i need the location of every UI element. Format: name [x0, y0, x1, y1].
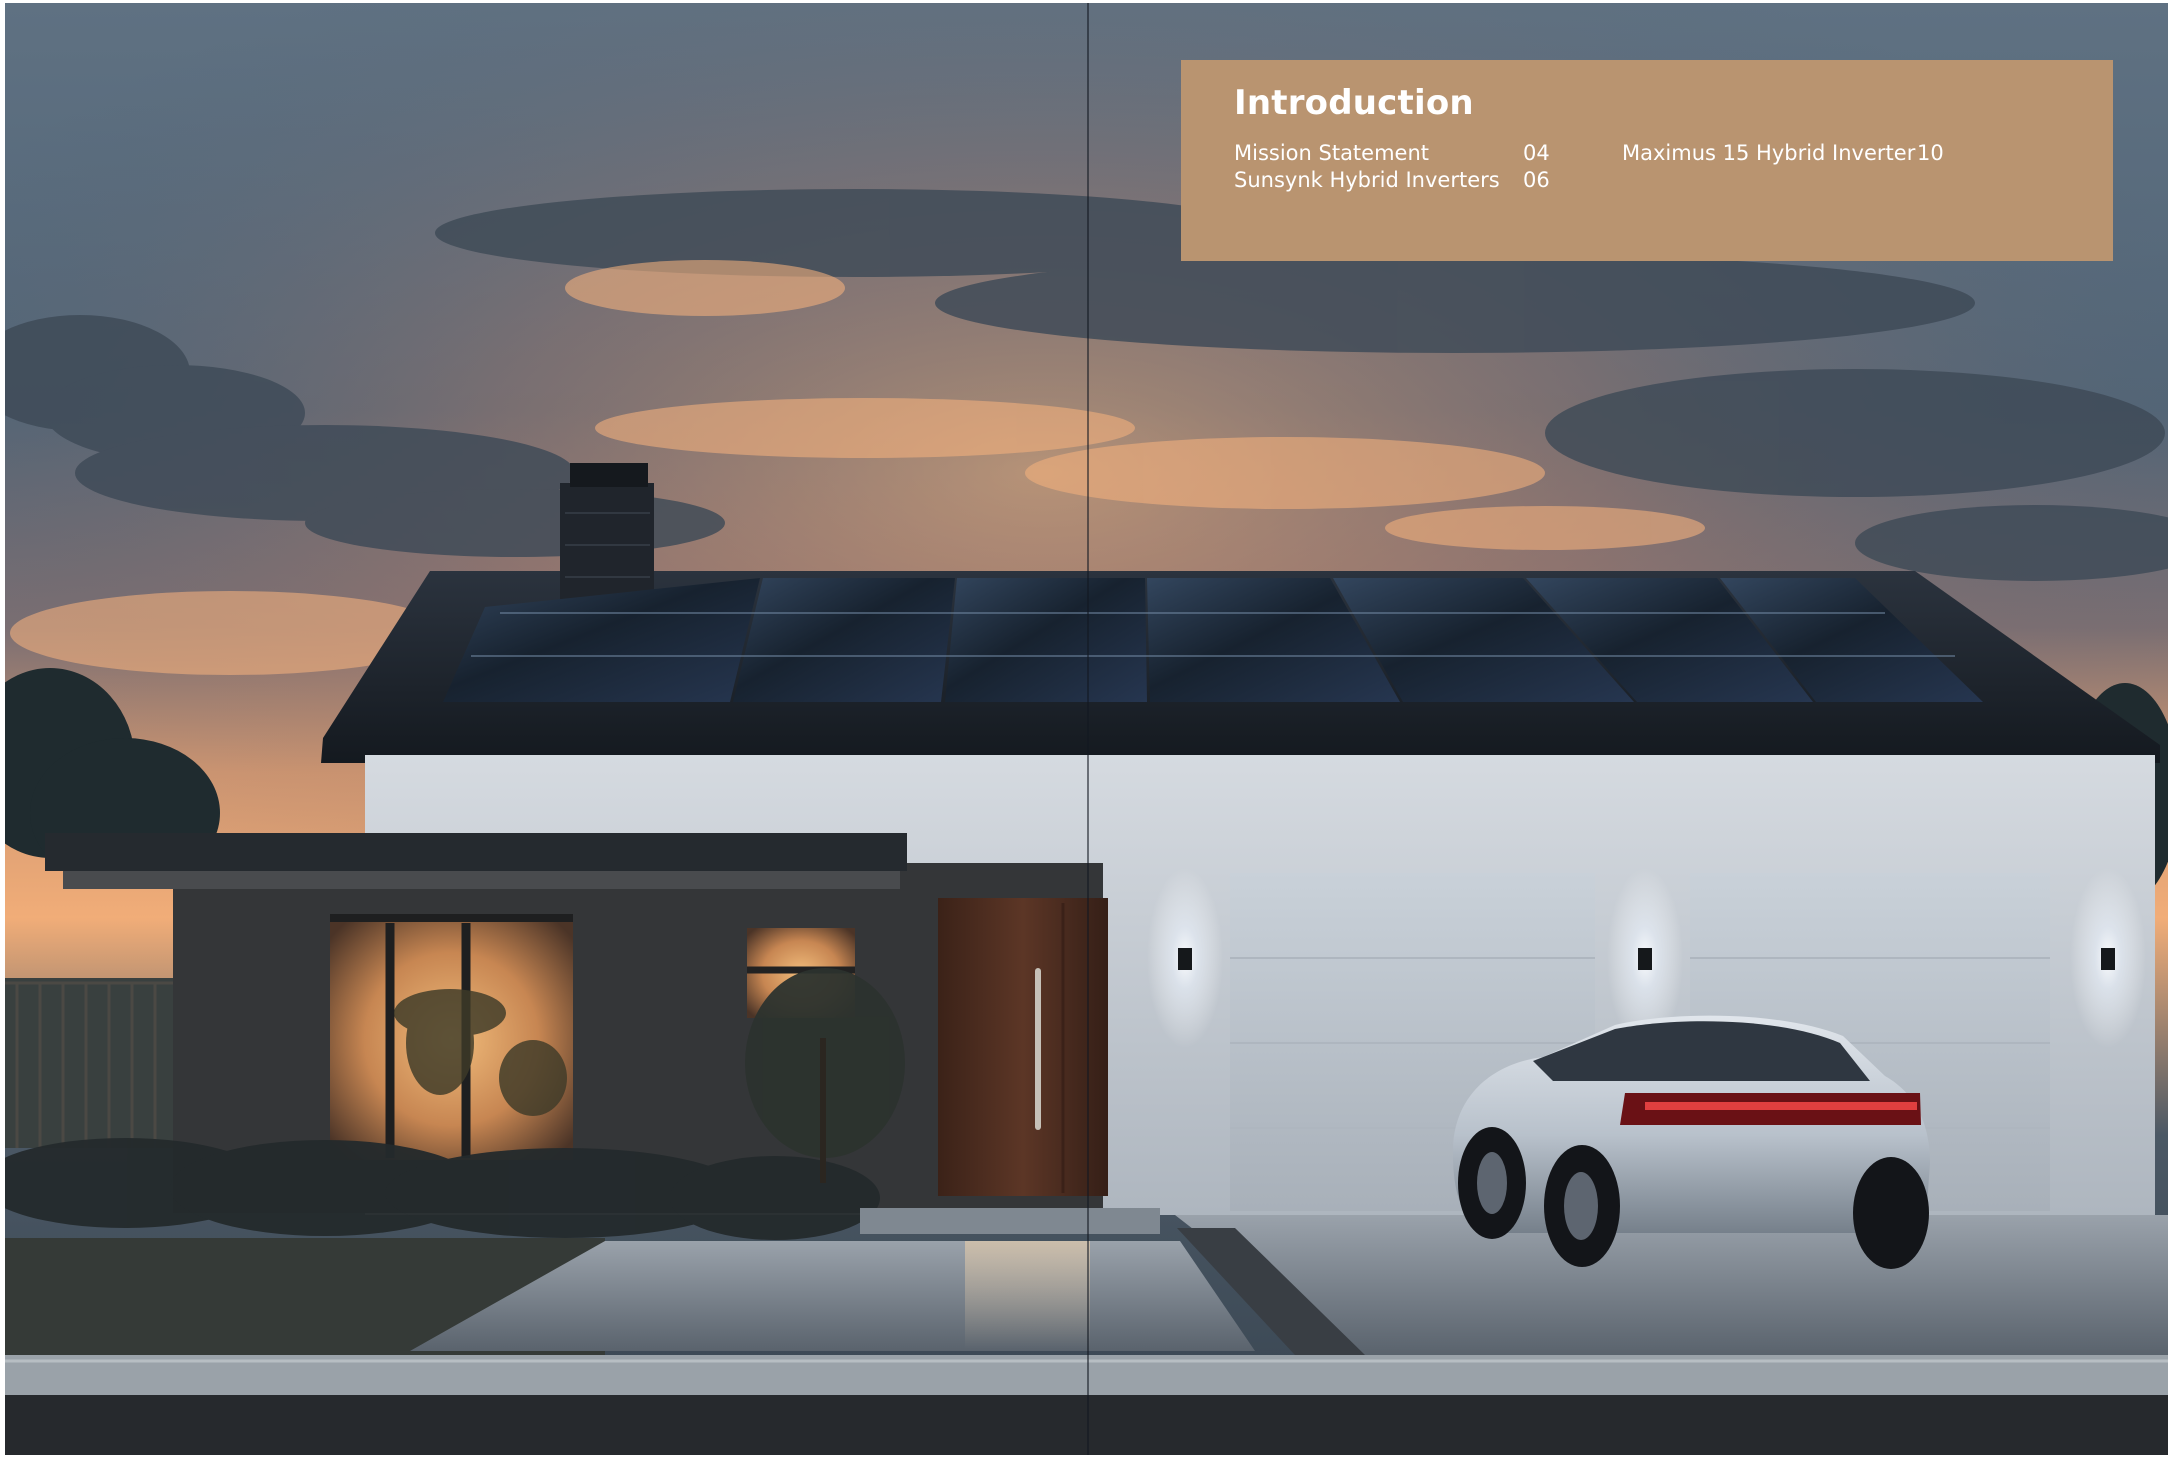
- center-fold: [1087, 3, 1089, 1455]
- table-of-contents-panel: Introduction Mission Statement 04 Sunsyn…: [1181, 60, 2113, 261]
- chimney-cap: [570, 463, 648, 487]
- porch-roof: [45, 833, 907, 871]
- front-door: [938, 898, 1108, 1196]
- door-handle: [1035, 968, 1041, 1130]
- porch-soffit: [63, 871, 900, 889]
- door-reflection: [965, 1241, 1090, 1349]
- toc-entry-label: Maximus 15 Hybrid Inverter: [1622, 141, 1916, 165]
- toc-entry-page: 04: [1523, 141, 1550, 165]
- chimney: [560, 483, 654, 603]
- toc-title: Introduction: [1234, 83, 1474, 123]
- solar-panels: [443, 578, 1983, 702]
- brochure-spread: Introduction Mission Statement 04 Sunsyn…: [5, 3, 2168, 1455]
- porch-step: [860, 1208, 1160, 1234]
- toc-entry-label: Mission Statement: [1234, 141, 1430, 165]
- toc-entry-page: 06: [1523, 168, 1550, 192]
- toc-entry-page: 10: [1917, 141, 1944, 165]
- toc-entry-label: Sunsynk Hybrid Inverters: [1234, 168, 1500, 192]
